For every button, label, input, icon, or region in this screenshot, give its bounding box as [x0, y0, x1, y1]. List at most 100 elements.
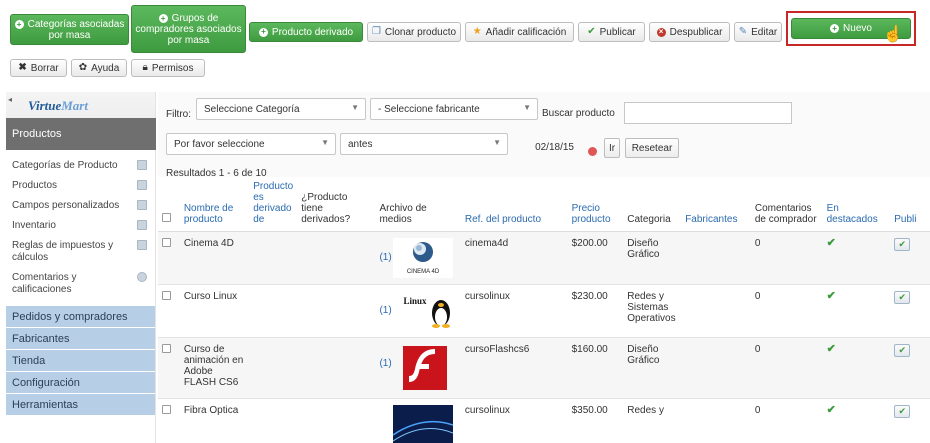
- clonar-producto-button[interactable]: ❐ Clonar producto: [367, 22, 461, 42]
- product-name[interactable]: Cinema 4D: [179, 231, 250, 285]
- hand-cursor-icon: ☝: [883, 26, 903, 43]
- producto-derivado-button[interactable]: + Producto derivado: [249, 22, 363, 42]
- date-input[interactable]: 02/18/15: [470, 137, 580, 159]
- sidebar-item-comentarios[interactable]: Comentarios y calificaciones: [6, 268, 155, 300]
- has-derived-cell: [297, 231, 376, 285]
- sidebar-group-tienda[interactable]: Tienda: [6, 350, 155, 372]
- reviews-cell[interactable]: 0: [750, 231, 823, 285]
- published-toggle[interactable]: ✔: [894, 291, 911, 304]
- cinema4d-thumbnail: CINEMA 4D: [393, 238, 454, 278]
- categorias-masa-button[interactable]: + Categorías asociadas por masa: [10, 14, 129, 45]
- reset-button[interactable]: Resetear: [625, 138, 679, 158]
- borrar-button[interactable]: ✖ Borrar: [10, 59, 67, 77]
- ayuda-label: Ayuda: [91, 62, 120, 74]
- category-cell[interactable]: Diseño Gráfico: [623, 231, 682, 285]
- published-toggle[interactable]: ✔: [894, 405, 911, 418]
- manufacturer-select[interactable]: - Seleccione fabricante ▼: [370, 98, 538, 120]
- plus-circle-icon: +: [258, 27, 268, 37]
- sidebar-section-productos[interactable]: Productos: [6, 118, 156, 150]
- permisos-button[interactable]: 🔒︎ Permisos: [131, 59, 205, 77]
- media-count[interactable]: (1): [379, 252, 391, 263]
- sidebar-group-configuracion[interactable]: Configuración: [6, 372, 155, 394]
- media-count[interactable]: (1): [379, 358, 391, 369]
- grupos-masa-button[interactable]: + Grupos de compradores asociados por mas…: [131, 5, 246, 53]
- featured-check-icon[interactable]: ✔: [827, 237, 836, 249]
- editar-button[interactable]: ✎ Editar: [734, 22, 782, 42]
- sidebar-item-categorias[interactable]: Categorías de Producto: [6, 156, 155, 176]
- filter-bar: Filtro: Seleccione Categoría ▼ - Seleccio…: [158, 92, 930, 179]
- ayuda-button[interactable]: ✿ Ayuda: [71, 59, 127, 77]
- col-header-name[interactable]: Nombre de producto: [179, 179, 250, 232]
- category-cell[interactable]: Redes y Sistemas Operativos: [623, 284, 682, 338]
- product-name[interactable]: Fibra Optica: [179, 398, 250, 443]
- featured-check-icon[interactable]: ✔: [827, 290, 836, 302]
- linux-thumbnail: Linux: [393, 291, 454, 331]
- category-select-value: Seleccione Categoría: [204, 104, 300, 115]
- despublicar-label: Despublicar: [669, 26, 723, 38]
- row-checkbox[interactable]: [162, 344, 171, 353]
- anadir-calificacion-button[interactable]: ★ Añadir calificación: [465, 22, 574, 42]
- collapse-icon[interactable]: ◂: [8, 95, 12, 104]
- col-header-featured[interactable]: En destacados: [822, 179, 891, 232]
- reviews-cell[interactable]: 0: [750, 284, 823, 338]
- comments-icon: [137, 272, 147, 282]
- published-toggle[interactable]: ✔: [894, 344, 911, 357]
- reviews-cell[interactable]: 0: [750, 337, 823, 399]
- clear-date-icon[interactable]: [588, 147, 597, 156]
- go-button[interactable]: Ir: [604, 138, 620, 158]
- featured-check-icon[interactable]: ✔: [827, 343, 836, 355]
- when-select-value: antes: [348, 139, 373, 150]
- toolbar: + Categorías asociadas por masa + Grupos d…: [0, 0, 930, 86]
- row-checkbox[interactable]: [162, 405, 171, 414]
- grupos-masa-label: Grupos de compradores asociados por masa: [135, 12, 242, 46]
- editar-label: Editar: [751, 26, 778, 38]
- published-toggle[interactable]: ✔: [894, 238, 911, 251]
- plus-circle-icon: +: [158, 14, 168, 23]
- category-cell[interactable]: Redes y: [623, 398, 682, 443]
- sidebar-item-productos[interactable]: Productos: [6, 176, 155, 196]
- nuevo-label: Nuevo: [843, 23, 872, 34]
- publicar-label: Publicar: [599, 26, 636, 38]
- despublicar-button[interactable]: × Despublicar: [649, 22, 730, 42]
- product-name[interactable]: Curso Linux: [179, 284, 250, 338]
- edit-icon: ✎: [738, 26, 748, 37]
- sidebar-group-herramientas[interactable]: Herramientas: [6, 394, 155, 416]
- categorias-masa-label: Categorías asociadas por masa: [27, 18, 125, 41]
- row-checkbox[interactable]: [162, 238, 171, 247]
- sidebar-item-inventario[interactable]: Inventario: [6, 216, 155, 236]
- reviews-cell[interactable]: 0: [750, 398, 823, 443]
- col-header-sku[interactable]: Ref. del producto: [460, 179, 568, 232]
- product-name[interactable]: Curso de animación en Adobe FLASH CS6: [179, 337, 250, 399]
- category-cell[interactable]: Diseño Gráfico: [623, 337, 682, 399]
- inventory-icon: [137, 220, 147, 230]
- is-derived-cell: [249, 398, 298, 443]
- col-header-is-derived[interactable]: Producto es derivado de: [249, 179, 298, 232]
- col-header-published[interactable]: Publi: [890, 179, 930, 232]
- pick-select[interactable]: Por favor seleccione ▼: [166, 133, 336, 155]
- sidebar-item-reglas[interactable]: Reglas de impuestos y cálculos: [6, 236, 155, 268]
- manufacturer-cell: [681, 337, 751, 399]
- sidebar-group-fabricantes[interactable]: Fabricantes: [6, 328, 155, 350]
- sidebar-item-label: Comentarios y calificaciones: [12, 272, 77, 295]
- col-header-reviews: Comentarios de comprador: [750, 179, 823, 232]
- search-input[interactable]: [624, 102, 792, 124]
- sidebar-item-campos[interactable]: Campos personalizados: [6, 196, 155, 216]
- pick-select-value: Por favor seleccione: [174, 139, 265, 150]
- col-header-manufacturers[interactable]: Fabricantes: [681, 179, 751, 232]
- media-count[interactable]: (1): [379, 305, 391, 316]
- category-select[interactable]: Seleccione Categoría ▼: [196, 98, 366, 120]
- col-header-price[interactable]: Precio producto: [567, 179, 624, 232]
- row-checkbox[interactable]: [162, 291, 171, 300]
- main-content: Filtro: Seleccione Categoría ▼ - Seleccio…: [158, 92, 930, 443]
- col-header-has-derived: ¿Producto tiene derivados?: [297, 179, 376, 232]
- sidebar-item-list: Categorías de Producto Productos Campos …: [6, 150, 155, 416]
- media-cell: [375, 398, 461, 443]
- sku-cell: cursolinux: [460, 284, 568, 338]
- featured-check-icon[interactable]: ✔: [827, 404, 836, 416]
- featured-cell: ✔: [822, 284, 891, 338]
- table-row: Curso de animación en Adobe FLASH CS6 (1…: [158, 337, 930, 399]
- select-all-checkbox[interactable]: [162, 213, 171, 222]
- publicar-button[interactable]: ✔ Publicar: [578, 22, 645, 42]
- star-icon: ★: [472, 26, 482, 37]
- sidebar-group-pedidos[interactable]: Pedidos y compradores: [6, 306, 155, 328]
